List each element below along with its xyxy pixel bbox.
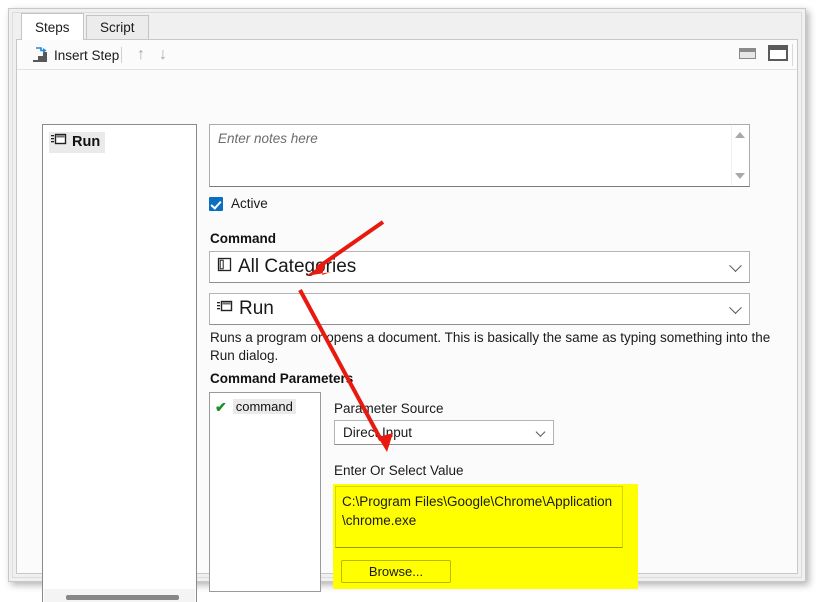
parameter-source-value: Direct Input (343, 425, 413, 440)
command-value: Run (239, 298, 274, 319)
insert-step-button[interactable]: Insert Step (27, 43, 124, 67)
notes-input[interactable]: Enter notes here (209, 124, 750, 187)
command-parameters-heading: Command Parameters (210, 371, 354, 386)
category-icon (217, 257, 232, 277)
tree-item-run[interactable]: Run (49, 132, 106, 153)
tab-bar: Steps Script (13, 13, 801, 40)
parameter-name: command (232, 399, 296, 414)
toolbar-separator (121, 47, 122, 63)
command-dropdown[interactable]: Run (209, 293, 750, 325)
tab-script[interactable]: Script (86, 15, 149, 40)
minimize-icon[interactable] (736, 44, 758, 62)
notes-scrollbar[interactable] (731, 126, 748, 185)
toolbar: Insert Step ↑ ↓ (17, 40, 797, 70)
value-highlight-block: C:\Program Files\Google\Chrome\Applicati… (333, 484, 638, 589)
window-inner-frame: Steps Script Insert Step ↑ ↓ Run Enter n… (12, 12, 802, 602)
command-description: Runs a program or opens a document. This… (210, 330, 771, 363)
insert-step-icon (32, 47, 48, 63)
steps-panel: Insert Step ↑ ↓ Run Enter notes here Act… (16, 39, 798, 602)
toolbar-right-divider (792, 44, 793, 66)
category-dropdown[interactable]: All Categories (209, 251, 750, 283)
tree-scroll-thumb[interactable] (66, 595, 179, 600)
list-item[interactable]: ✔ command (215, 399, 296, 414)
value-input[interactable]: C:\Program Files\Google\Chrome\Applicati… (335, 486, 623, 548)
tree-horizontal-scrollbar[interactable] (44, 589, 195, 602)
run-step-icon (51, 133, 67, 151)
value-field-label: Enter Or Select Value (334, 463, 464, 478)
chevron-down-icon[interactable] (535, 426, 546, 437)
arrow-up-icon[interactable]: ↑ (130, 45, 152, 65)
notes-placeholder: Enter notes here (218, 131, 318, 146)
browse-button[interactable]: Browse... (341, 560, 451, 583)
category-value: All Categories (238, 256, 357, 277)
chevron-down-icon[interactable] (729, 301, 742, 315)
scroll-up-icon[interactable] (735, 132, 745, 138)
restore-window-icon[interactable] (767, 44, 789, 62)
chevron-down-icon[interactable] (729, 259, 742, 273)
scroll-down-icon[interactable] (735, 173, 745, 179)
application-window: Steps Script Insert Step ↑ ↓ Run Enter n… (0, 0, 820, 602)
steps-tree[interactable]: Run (42, 124, 197, 602)
command-heading: Command (210, 231, 277, 246)
active-checkbox-row[interactable]: Active (209, 196, 268, 211)
insert-step-label: Insert Step (54, 47, 120, 63)
run-command-icon (217, 300, 233, 318)
parameter-source-label: Parameter Source (334, 401, 444, 416)
step-details-form: Enter notes here Active Command All Cate… (209, 124, 797, 592)
parameter-source-dropdown[interactable]: Direct Input (334, 420, 554, 445)
window-controls (736, 44, 789, 62)
value-input-text: C:\Program Files\Google\Chrome\Applicati… (342, 494, 613, 528)
active-checkbox[interactable] (209, 196, 223, 211)
green-check-icon: ✔ (215, 398, 227, 415)
arrow-down-icon[interactable]: ↓ (152, 45, 174, 65)
active-label: Active (231, 196, 268, 211)
tree-item-label: Run (72, 134, 101, 150)
window-frame: Steps Script Insert Step ↑ ↓ Run Enter n… (8, 8, 806, 602)
tab-steps[interactable]: Steps (21, 13, 84, 40)
parameters-list[interactable]: ✔ command (209, 392, 321, 592)
